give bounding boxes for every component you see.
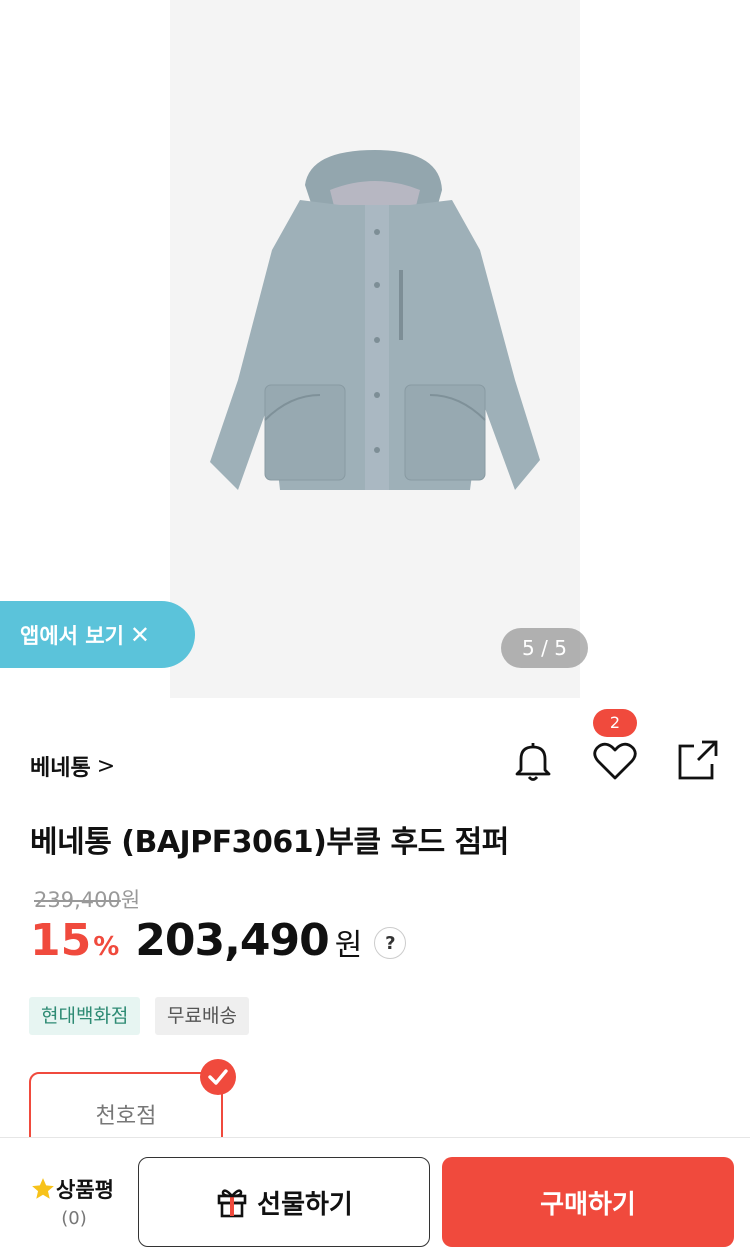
review-label: 상품평 — [56, 1178, 114, 1202]
discount-value: 15 — [30, 915, 92, 966]
sale-price-unit: 원 — [334, 928, 363, 963]
discount-rate: 15% — [30, 915, 119, 966]
discount-unit: % — [93, 932, 120, 962]
chevron-right-icon: > — [96, 753, 116, 779]
original-price: 239,400원 — [34, 884, 140, 914]
star-icon — [32, 1178, 54, 1199]
product-title: 베네통 (BAJPF3061)부클 후드 점퍼 — [30, 825, 509, 860]
check-icon — [200, 1059, 236, 1095]
buy-label[interactable]: 구매하기 — [540, 1184, 636, 1221]
store-name: 천호점 — [95, 1104, 157, 1129]
brand-name[interactable]: 베네통 — [30, 750, 91, 782]
sale-price: 203,490 — [135, 915, 329, 966]
buy-button[interactable]: 구매하기 — [442, 1157, 734, 1247]
price-help-icon[interactable]: ? — [374, 926, 407, 959]
bell-icon[interactable] — [510, 738, 556, 788]
wishlist-count-badge: 2 — [593, 709, 637, 737]
price-row: 15% 203,490 원 ? — [30, 915, 407, 966]
gift-label[interactable]: 선물하기 — [257, 1184, 353, 1221]
gift-icon — [217, 1189, 247, 1218]
share-icon[interactable] — [676, 738, 720, 786]
tag-free-shipping: 무료배송 — [155, 997, 249, 1035]
close-icon[interactable]: ✕ — [130, 621, 150, 649]
tag-department-store: 현대백화점 — [29, 997, 141, 1035]
open-in-app-label[interactable]: 앱에서 보기 — [20, 620, 124, 650]
heart-icon[interactable] — [592, 740, 638, 786]
review-summary[interactable]: 상품평 (0) — [20, 1174, 124, 1229]
gift-button[interactable]: 선물하기 — [138, 1157, 430, 1247]
original-price-value: 239,400 — [34, 888, 121, 912]
bottom-action-bar: 상품평 (0) 선물하기 구매하기 — [0, 1137, 750, 1251]
jacket-illustration — [210, 150, 540, 490]
open-in-app-banner[interactable]: 앱에서 보기 ✕ — [0, 601, 195, 668]
image-counter: 5 / 5 — [501, 628, 588, 668]
brand-link[interactable]: 베네통 > — [30, 750, 115, 782]
original-price-unit: 원 — [120, 888, 141, 912]
product-gallery[interactable]: 5 / 5 앱에서 보기 ✕ — [0, 0, 750, 700]
product-image[interactable]: 5 / 5 — [170, 0, 588, 698]
review-count: (0) — [61, 1208, 87, 1229]
